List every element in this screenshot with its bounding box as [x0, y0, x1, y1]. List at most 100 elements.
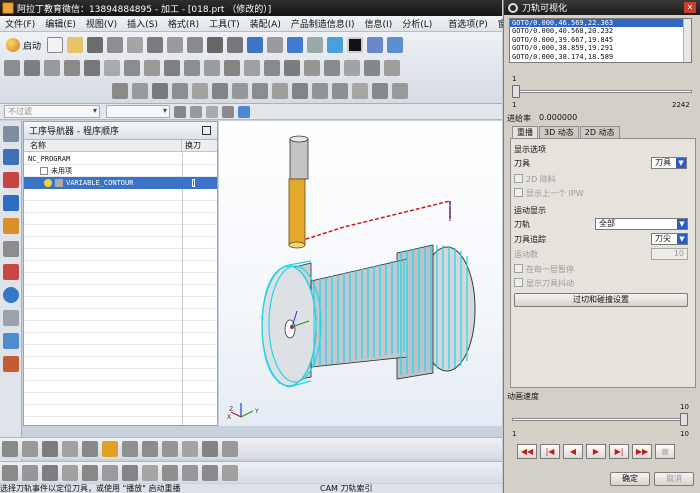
delete-object-icon[interactable] — [212, 83, 228, 99]
object-display-icon[interactable] — [384, 60, 400, 76]
edit-object-icon[interactable] — [112, 83, 128, 99]
tab-3d-dynamic[interactable]: 3D 动态 — [539, 126, 579, 138]
trim-icon[interactable] — [182, 464, 198, 481]
checkbox-2d-material[interactable] — [514, 174, 523, 183]
checkbox-prev-ipw[interactable] — [514, 188, 523, 197]
index-slider-knob[interactable] — [512, 85, 520, 98]
point-icon[interactable] — [238, 105, 250, 118]
info-icon[interactable] — [252, 83, 268, 99]
extrude-icon[interactable] — [82, 464, 98, 481]
blank-icon[interactable] — [312, 83, 328, 99]
list-scrollbar[interactable] — [683, 19, 691, 62]
orient-icon[interactable] — [267, 37, 284, 53]
scope-select[interactable] — [106, 105, 170, 118]
snap-mid-point-icon[interactable] — [42, 440, 58, 457]
create-point-icon[interactable] — [2, 464, 18, 481]
paste-object-icon[interactable] — [172, 83, 188, 99]
part-navigator-icon[interactable] — [3, 241, 19, 257]
postprocess-icon[interactable] — [264, 60, 280, 76]
tree-row-nc-program[interactable]: NC_PROGRAM — [24, 153, 217, 165]
anim-slider-track[interactable] — [512, 418, 688, 421]
tab-replay[interactable]: 重播 — [512, 126, 538, 138]
checkbox-tool-shake[interactable] — [514, 278, 523, 287]
process-studio-icon[interactable] — [3, 356, 19, 372]
snap-end-point-icon[interactable] — [22, 440, 38, 457]
save-icon[interactable] — [87, 37, 104, 53]
menu-assembly[interactable]: 装配(A) — [245, 17, 286, 30]
path-select[interactable]: 全部 ▼ — [595, 218, 688, 230]
system-palette-icon[interactable] — [3, 333, 19, 349]
snap-point-icon[interactable] — [2, 440, 18, 457]
column-name[interactable]: 名称 — [24, 140, 182, 151]
snap-end-icon[interactable] — [206, 105, 218, 118]
background-color-icon[interactable] — [327, 37, 344, 53]
browser-icon[interactable] — [3, 310, 19, 326]
menu-edit[interactable]: 编辑(E) — [40, 17, 81, 30]
analysis-icon[interactable] — [202, 440, 218, 457]
machine-navigator-icon[interactable] — [3, 172, 19, 188]
blend-icon[interactable] — [142, 464, 158, 481]
goto-line[interactable]: GOTO/0.000,39.667,19.845 — [510, 36, 691, 44]
transform-icon[interactable] — [364, 60, 380, 76]
create-program-icon[interactable] — [4, 60, 20, 76]
replay-toolpath-icon[interactable] — [204, 60, 220, 76]
snap-icon[interactable] — [174, 105, 186, 118]
paste-icon[interactable] — [187, 37, 204, 53]
delete-icon[interactable] — [207, 37, 224, 53]
play-forward-icon[interactable]: ▶ — [586, 444, 606, 459]
assembly-navigator-icon[interactable] — [3, 195, 19, 211]
view-triad-icon[interactable] — [307, 37, 324, 53]
anim-slider-knob[interactable] — [680, 413, 688, 426]
menu-file[interactable]: 文件(F) — [0, 17, 40, 30]
menu-tools[interactable]: 工具(T) — [204, 17, 245, 30]
program-order-view-icon[interactable] — [104, 60, 120, 76]
goto-line[interactable]: GOTO/0.000,38.174,18.589 — [510, 53, 691, 61]
copy-object-icon[interactable] — [152, 83, 168, 99]
verify-toolpath-icon[interactable] — [224, 60, 240, 76]
step-back-icon[interactable]: |◀ — [540, 444, 560, 459]
create-method-icon[interactable] — [64, 60, 80, 76]
boolean-icon[interactable] — [122, 464, 138, 481]
workpiece-icon[interactable] — [372, 83, 388, 99]
shell-icon[interactable] — [222, 464, 238, 481]
trace-select[interactable]: 刀尖 ▼ — [651, 233, 688, 245]
tool-path-edit-icon[interactable] — [344, 60, 360, 76]
step-forward-icon[interactable]: ▶| — [609, 444, 629, 459]
reuse-library-icon[interactable] — [3, 218, 19, 234]
operation-navigator-icon[interactable] — [3, 149, 19, 165]
goto-line[interactable]: GOTO/0.000,38.859,19.291 — [510, 44, 691, 52]
cancel-button[interactable]: 取消 — [654, 472, 694, 486]
menu-preferences[interactable]: 首选项(P) — [443, 17, 492, 30]
snap-center-icon[interactable] — [62, 440, 78, 457]
save-as-icon[interactable] — [107, 37, 124, 53]
overcut-collision-button[interactable]: 过切和碰撞设置 — [514, 293, 688, 307]
create-line-icon[interactable] — [22, 464, 38, 481]
revolve-icon[interactable] — [102, 464, 118, 481]
play-reverse-icon[interactable]: ◀ — [563, 444, 583, 459]
wcs-icon[interactable] — [387, 37, 404, 53]
plus-icon[interactable] — [142, 440, 158, 457]
print-icon[interactable] — [127, 37, 144, 53]
create-geometry-icon[interactable] — [44, 60, 60, 76]
type-filter-select[interactable]: 不过滤 — [4, 105, 100, 118]
rewind-to-start-icon[interactable]: ◀◀ — [517, 444, 537, 459]
geometry-view-icon[interactable] — [144, 60, 160, 76]
tool-select[interactable]: 刀具 ▼ — [651, 157, 687, 169]
graphics-viewport[interactable]: Z X Y — [219, 121, 502, 426]
output-cls-icon[interactable] — [304, 60, 320, 76]
undo-icon[interactable] — [227, 37, 244, 53]
menu-view[interactable]: 视图(V) — [81, 17, 122, 30]
menu-pmi[interactable]: 产品制造信息(I) — [286, 17, 360, 30]
shop-doc-icon[interactable] — [284, 60, 300, 76]
checkbox-pause-layer[interactable] — [514, 264, 523, 273]
menu-format[interactable]: 格式(R) — [163, 17, 204, 30]
maximize-icon[interactable] — [202, 126, 211, 135]
menu-analysis[interactable]: 分析(L) — [397, 17, 437, 30]
method-view-icon[interactable] — [164, 60, 180, 76]
feeds-speeds-icon[interactable] — [324, 60, 340, 76]
settings-icon[interactable] — [392, 83, 408, 99]
tree-row-unused[interactable]: 未用项 — [24, 165, 217, 177]
mcs-icon[interactable] — [352, 83, 368, 99]
roles-icon[interactable] — [3, 264, 19, 280]
wcs-orient-icon[interactable] — [332, 83, 348, 99]
